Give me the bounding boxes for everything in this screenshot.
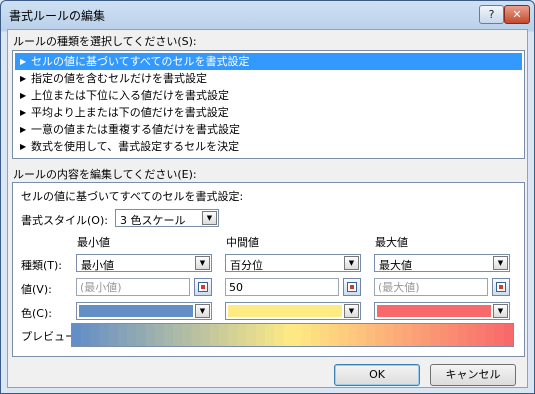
- rule-type-item-label: 一意の値または重複する値だけを書式設定: [31, 123, 240, 136]
- rule-type-item-label: 数式を使用して、書式設定するセルを決定: [31, 140, 240, 153]
- mid-value-field[interactable]: [225, 278, 339, 296]
- ok-button[interactable]: OK: [334, 364, 420, 386]
- chevron-down-icon[interactable]: ▼: [202, 211, 217, 225]
- mid-type-dropdown[interactable]: 百分位 ▼: [225, 254, 361, 272]
- rule-type-item[interactable]: ▶ 指定の値を含むセルだけを書式設定: [15, 70, 522, 87]
- rule-type-item[interactable]: ▶ 上位または下位に入る値だけを書式設定: [15, 87, 522, 104]
- triangle-right-icon: ▶: [20, 142, 27, 151]
- dialog-title: 書式ルールの編集: [9, 9, 106, 23]
- min-type-dropdown[interactable]: 最小値 ▼: [76, 254, 212, 272]
- max-color-dropdown[interactable]: ▼: [374, 302, 510, 320]
- rule-type-item-label: セルの値に基づいてすべてのセルを書式設定: [31, 55, 250, 68]
- rule-type-item[interactable]: ▶ 数式を使用して、書式設定するセルを決定: [15, 138, 522, 155]
- min-value-input[interactable]: [77, 279, 189, 295]
- dialog-window: 書式ルールの編集 ? ✕ ルールの種類を選択してください(S): ▶ セルの値に…: [0, 0, 535, 394]
- rule-type-item-label: 平均より上または下の値だけを書式設定: [31, 106, 229, 119]
- min-type-value: 最小値: [81, 259, 114, 272]
- min-color-swatch: [79, 305, 193, 317]
- min-column-header: 最小値: [77, 236, 110, 249]
- color-row-label: 色(C):: [21, 307, 52, 320]
- chevron-down-icon[interactable]: ▼: [493, 304, 508, 318]
- mid-color-dropdown[interactable]: ▼: [225, 302, 361, 320]
- dialog-body: ルールの種類を選択してください(S): ▶ セルの値に基づいてすべてのセルを書式…: [7, 29, 528, 388]
- title-bar[interactable]: 書式ルールの編集 ? ✕: [1, 1, 534, 29]
- rule-type-label: ルールの種類を選択してください(S):: [13, 35, 197, 48]
- chevron-down-icon[interactable]: ▼: [195, 304, 210, 318]
- rule-type-item[interactable]: ▶ セルの値に基づいてすべてのセルを書式設定: [15, 53, 522, 70]
- max-type-value: 最大値: [379, 259, 412, 272]
- mid-type-value: 百分位: [230, 259, 263, 272]
- chevron-down-icon[interactable]: ▼: [195, 256, 210, 270]
- format-style-label: 書式スタイル(O):: [21, 214, 108, 227]
- triangle-right-icon: ▶: [20, 57, 27, 66]
- mid-column-header: 中間値: [226, 236, 259, 249]
- rule-type-item[interactable]: ▶ 平均より上または下の値だけを書式設定: [15, 104, 522, 121]
- max-value-input[interactable]: [375, 279, 487, 295]
- close-button[interactable]: ✕: [504, 5, 530, 24]
- rule-type-item[interactable]: ▶ 一意の値または重複する値だけを書式設定: [15, 121, 522, 138]
- min-value-field[interactable]: [76, 278, 190, 296]
- type-row-label: 種類(T):: [21, 259, 63, 272]
- chevron-down-icon[interactable]: ▼: [493, 256, 508, 270]
- rule-type-item-label: 上位または下位に入る値だけを書式設定: [31, 89, 229, 102]
- min-color-dropdown[interactable]: ▼: [76, 302, 212, 320]
- mid-cell-picker-button[interactable]: [343, 278, 361, 296]
- cell-reference-icon: [496, 282, 506, 292]
- rule-desc-panel: セルの値に基づいてすべてのセルを書式設定: 書式スタイル(O): 3 色スケール…: [12, 182, 525, 357]
- triangle-right-icon: ▶: [20, 74, 27, 83]
- max-cell-picker-button[interactable]: [492, 278, 510, 296]
- rule-type-item-label: 指定の値を含むセルだけを書式設定: [31, 72, 207, 85]
- value-row-label: 値(V):: [21, 283, 52, 296]
- chevron-down-icon[interactable]: ▼: [344, 256, 359, 270]
- max-value-field[interactable]: [374, 278, 488, 296]
- format-style-dropdown[interactable]: 3 色スケール ▼: [115, 209, 219, 227]
- triangle-right-icon: ▶: [20, 91, 27, 100]
- color-scale-preview: [71, 323, 514, 347]
- rule-desc-subheading: セルの値に基づいてすべてのセルを書式設定:: [21, 190, 244, 203]
- cancel-button[interactable]: キャンセル: [430, 364, 516, 386]
- cell-reference-icon: [347, 282, 357, 292]
- max-column-header: 最大値: [375, 236, 408, 249]
- rule-desc-label: ルールの内容を編集してください(E):: [13, 168, 197, 181]
- max-color-swatch: [377, 305, 491, 317]
- mid-value-input[interactable]: [226, 279, 338, 295]
- chevron-down-icon[interactable]: ▼: [344, 304, 359, 318]
- min-cell-picker-button[interactable]: [194, 278, 212, 296]
- rule-type-list[interactable]: ▶ セルの値に基づいてすべてのセルを書式設定 ▶ 指定の値を含むセルだけを書式設…: [12, 50, 525, 159]
- triangle-right-icon: ▶: [20, 125, 27, 134]
- cell-reference-icon: [198, 282, 208, 292]
- max-type-dropdown[interactable]: 最大値 ▼: [374, 254, 510, 272]
- help-button[interactable]: ?: [479, 5, 504, 24]
- triangle-right-icon: ▶: [20, 108, 27, 117]
- mid-color-swatch: [228, 305, 342, 317]
- format-style-value: 3 色スケール: [120, 214, 186, 227]
